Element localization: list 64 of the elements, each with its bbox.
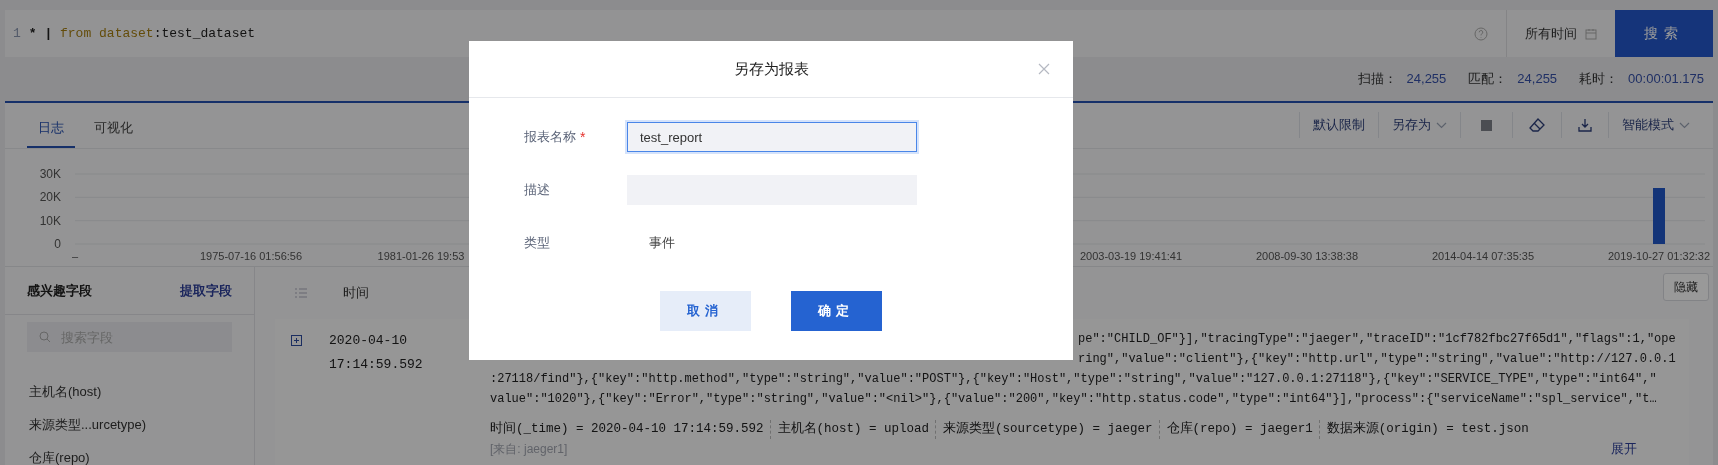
field-pair[interactable]: 主机名(host) = upload [769,420,930,439]
field-label: 类型 [524,234,550,253]
time-cell-text: 2020-04-10 17:14:59.592 [329,332,424,374]
tab[interactable]: 可视化 [83,110,144,148]
required-mark: * [580,127,586,147]
line-number: 1 [13,24,21,43]
calendar-icon [1585,27,1597,40]
field-item[interactable]: 主机名(host) [29,382,254,402]
confirm-button[interactable]: 确定 [791,291,882,331]
stop-icon [1481,119,1492,131]
search-button[interactable]: 搜索 [1615,10,1713,57]
field-pair[interactable]: 仓库(repo) = jaeger1 [1158,420,1313,439]
y-axis-label: 0 [54,237,61,251]
field-label: 描述 [524,181,550,200]
time-range-button[interactable]: 所有时间 [1525,23,1597,44]
stat-value: 24,255 [1517,70,1558,89]
x-axis-label: 1981-01-26 19:53 [377,250,465,262]
download-icon [1578,118,1592,132]
close-icon[interactable] [1038,63,1050,75]
y-axis-label: 30K [39,167,61,181]
expand-icon[interactable] [291,335,302,346]
x-axis-label: 2019-10-27 01:32:32 [1607,250,1711,262]
eraser-icon [1529,118,1545,132]
x-axis-label: 1975-07-16 01:56:56 [199,250,303,262]
query-text[interactable]: * | from dataset:test_dataset [28,23,256,44]
field-label: 报表名称 [524,128,576,147]
event-text: :27118/find"},{"key":"http.method","type":"string","value":"POST"},{"key":"Host","type":"string","value":"127.0.0.1:27118"},{"key":"SERVICE_TYPE","type":"int64"," [490,372,1657,386]
column-header: 时间 [343,284,369,303]
hide-button[interactable]: 隐藏 [1663,273,1709,301]
panel-title: 感兴趣字段 [27,281,92,300]
field-value: 事件 [648,234,675,253]
stat-label: 扫描： [1357,70,1397,89]
chevron-down-icon [1436,121,1447,129]
event-text: pe":"CHILD_OF"}],"tracingType":"jaeger","traceID":"1cf782fbc27f65d1","flags":1,"ope [1078,332,1676,346]
default-limit-button[interactable]: 默认限制 [1299,112,1378,138]
x-axis-label: 2003-03-19 19:41:41 [1079,250,1183,262]
dropdown-button[interactable]: 另存为 [1378,112,1460,138]
x-axis-label: 2008-09-30 13:38:38 [1255,250,1359,262]
chevron-down-icon [1679,121,1690,129]
tab[interactable]: 日志 [27,110,75,148]
cancel-button[interactable]: 取消 [660,291,751,331]
field-pair[interactable]: 时间(_time) = 2020-04-10 17:14:59.592 [490,420,764,439]
event-text: ring","value":"client"},{"key":"http.url","type":"string","value":"http://127.0.0.1 [1078,352,1676,366]
stat-label: 耗时： [1579,70,1619,89]
extract-fields-link[interactable]: 提取字段 [180,280,232,301]
search-icon [39,331,51,343]
expand-link[interactable]: 展开 [1611,438,1637,459]
stat-value: 24,255 [1406,70,1447,89]
help-icon[interactable] [1474,26,1488,41]
text-field[interactable]: test_report [627,122,917,152]
histogram-bar [1653,188,1665,244]
field-pair[interactable]: 来源类型(sourcetype) = jaeger [935,420,1153,439]
field-pair[interactable]: 数据来源(origin) = test.json [1318,420,1529,439]
y-axis-label: 10K [39,213,61,228]
y-axis-label: 20K [39,190,61,205]
field-item[interactable]: 来源类型...urcetype) [29,415,254,435]
field-item[interactable]: 仓库(repo) [29,448,254,465]
x-axis-label: 2014-04-14 07:35:35 [1431,250,1535,262]
dialog-title: 另存为报表 [733,58,809,79]
stat-value: 00:00:01.175 [1628,70,1704,89]
x-axis-label: – [71,250,79,262]
stat-label: 匹配： [1468,70,1508,89]
event-text: value":"1020"},{"key":"Error","type":"string","value":"<nil>"},{"value":"200","key":"http.status.code","type":"int64"}],"process":{"serviceName":"spl_service","t… [490,392,1657,406]
dropdown-button[interactable]: 智能模式 [1608,112,1703,138]
